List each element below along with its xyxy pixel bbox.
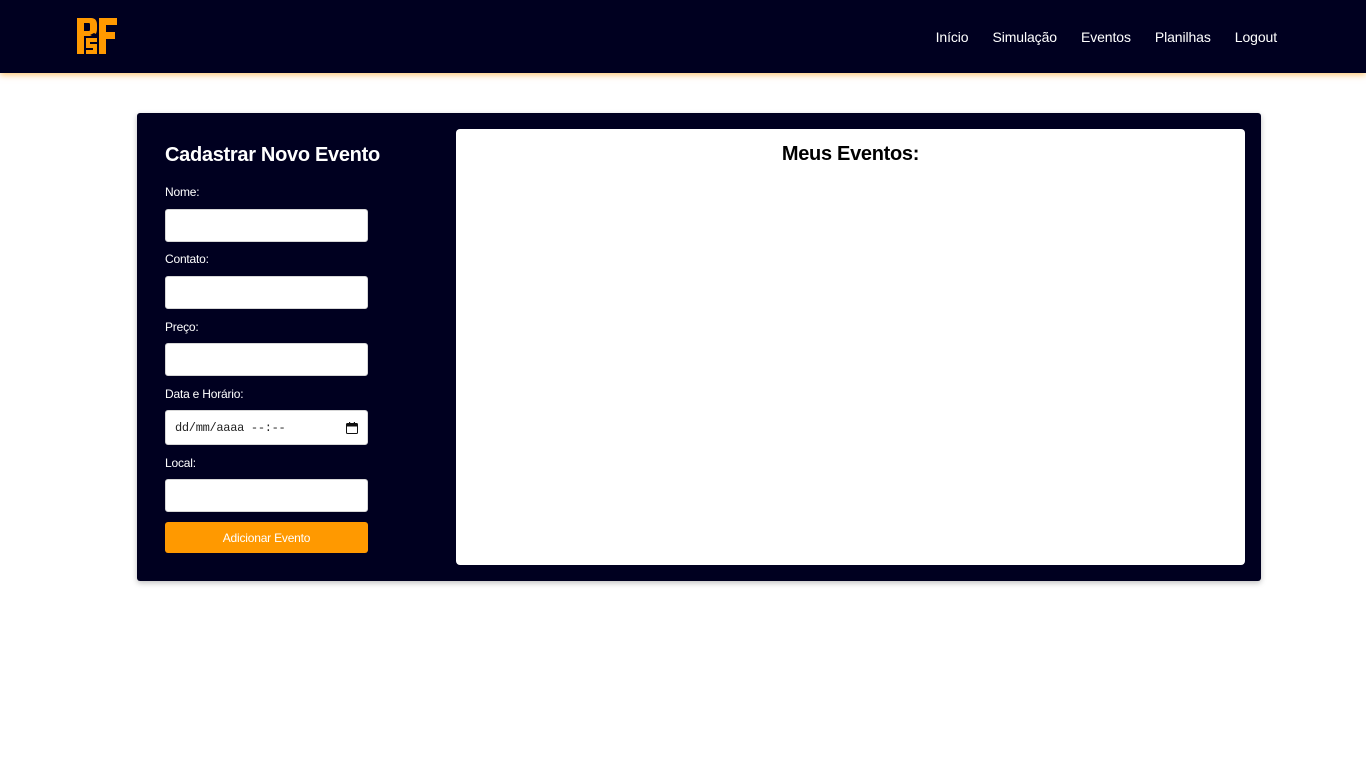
name-label: Nome: <box>165 185 200 199</box>
name-input[interactable] <box>165 209 368 242</box>
nav-link-logout[interactable]: Logout <box>1235 29 1277 45</box>
datetime-label: Data e Horário: <box>165 387 244 401</box>
new-event-form: Cadastrar Novo Evento Nome: Contato: Pre… <box>165 143 380 553</box>
contact-label: Contato: <box>165 252 209 266</box>
events-panel: Cadastrar Novo Evento Nome: Contato: Pre… <box>137 113 1261 581</box>
location-input[interactable] <box>165 479 368 512</box>
nav-link-simulacao[interactable]: Simulação <box>992 29 1057 45</box>
nav-link-planilhas[interactable]: Planilhas <box>1155 29 1211 45</box>
datetime-placeholder: dd/mm/aaaa --:-- <box>175 420 286 435</box>
psf-logo[interactable] <box>77 18 119 54</box>
location-label: Local: <box>165 456 196 470</box>
price-label: Preço: <box>165 320 199 334</box>
price-input[interactable] <box>165 343 368 376</box>
calendar-icon[interactable] <box>346 421 358 434</box>
my-events-title: Meus Eventos: <box>781 143 920 165</box>
main-nav: Início Simulação Eventos Planilhas Logou… <box>936 0 1277 73</box>
form-title: Cadastrar Novo Evento <box>165 144 380 166</box>
nav-link-inicio[interactable]: Início <box>936 29 969 45</box>
top-navbar: Início Simulação Eventos Planilhas Logou… <box>0 0 1366 73</box>
contact-input[interactable] <box>165 276 368 309</box>
add-event-button[interactable]: Adicionar Evento <box>165 522 368 553</box>
my-events-card: Meus Eventos: <box>456 129 1245 565</box>
datetime-input[interactable]: dd/mm/aaaa --:-- <box>165 410 368 445</box>
nav-link-eventos[interactable]: Eventos <box>1081 29 1131 45</box>
